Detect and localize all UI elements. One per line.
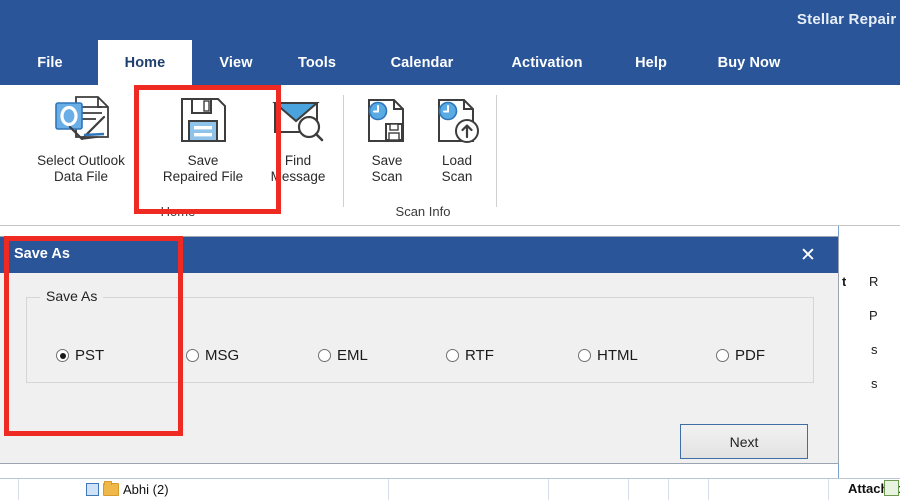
- tab-home[interactable]: Home: [98, 40, 192, 85]
- radio-label-rtf: RTF: [465, 347, 494, 364]
- save-repaired-file-button[interactable]: Save Repaired File: [148, 89, 258, 185]
- bottom-cell-5: [668, 479, 709, 500]
- attachment-icon: [884, 480, 899, 496]
- bottom-cell-2: [388, 479, 549, 500]
- checkbox-icon[interactable]: [86, 483, 99, 496]
- bottom-cell-4: [628, 479, 669, 500]
- folder-tree-item[interactable]: Abhi (2): [86, 481, 169, 497]
- btn-line2: Repaired File: [162, 169, 244, 184]
- radio-pst[interactable]: PST: [56, 347, 104, 364]
- format-radio-group: PST MSG EML RTF HTML PDF: [26, 347, 812, 377]
- radio-pdf[interactable]: PDF: [716, 347, 765, 364]
- tab-calendar[interactable]: Calendar: [372, 40, 472, 85]
- bottom-cell-0: [0, 479, 19, 500]
- folder-icon: [103, 481, 119, 496]
- find-message-button[interactable]: Find Message: [258, 89, 338, 185]
- radio-dot-eml: [318, 349, 331, 362]
- next-button[interactable]: Next: [680, 424, 808, 459]
- tab-activation[interactable]: Activation: [492, 40, 602, 85]
- ribbon-group-divider-2: [496, 95, 497, 207]
- tab-tools[interactable]: Tools: [283, 40, 351, 85]
- preview-clip-value-p: P: [869, 308, 878, 323]
- radio-label-html: HTML: [597, 347, 638, 364]
- btn-line2: Message: [270, 169, 326, 184]
- ribbon-tabbar: File Home View Tools Calendar Activation…: [0, 40, 900, 85]
- save-scan-button[interactable]: Save Scan: [350, 89, 424, 185]
- save-repaired-file-label: Save Repaired File: [163, 153, 243, 185]
- radio-dot-msg: [186, 349, 199, 362]
- radio-eml[interactable]: EML: [318, 347, 368, 364]
- radio-msg[interactable]: MSG: [186, 347, 239, 364]
- btn-line1: Select Outlook: [37, 153, 125, 168]
- ribbon-panel: Select Outlook Data File Save Repaired F…: [0, 85, 900, 226]
- load-scan-icon: [431, 89, 483, 151]
- bottom-cell-1: [18, 479, 389, 500]
- app-title: Stellar Repair f: [796, 11, 900, 28]
- preview-clip-label-subject: t: [842, 274, 847, 289]
- radio-label-msg: MSG: [205, 347, 240, 364]
- save-scan-label: Save Scan: [372, 153, 403, 185]
- window-titlebar: Stellar Repair f: [0, 0, 900, 40]
- btn-line1: Save: [371, 153, 403, 168]
- preview-clip-value-r: R: [869, 274, 879, 289]
- radio-dot-rtf: [446, 349, 459, 362]
- select-outlook-data-file-button[interactable]: Select Outlook Data File: [14, 89, 148, 185]
- radio-label-pst: PST: [75, 347, 105, 364]
- load-scan-label: Load Scan: [442, 153, 473, 185]
- radio-dot-html: [578, 349, 591, 362]
- tab-buy-now[interactable]: Buy Now: [700, 40, 798, 85]
- find-message-icon: [270, 89, 326, 151]
- radio-label-pdf: PDF: [735, 347, 765, 364]
- ribbon-group-label-home: Home: [160, 204, 196, 219]
- btn-line2: Scan: [371, 169, 403, 184]
- message-preview-panel: t R P s s: [838, 226, 900, 500]
- radio-rtf[interactable]: RTF: [446, 347, 494, 364]
- radio-label-eml: EML: [337, 347, 368, 364]
- select-outlook-data-file-icon: [50, 89, 112, 151]
- app-window: Stellar Repair f File Home View Tools Ca…: [0, 0, 900, 500]
- bottom-cell-3: [548, 479, 629, 500]
- preview-clip-value-s2: s: [871, 376, 878, 391]
- find-message-label: Find Message: [271, 153, 326, 185]
- tab-view[interactable]: View: [205, 40, 267, 85]
- ribbon-group-label-scan-info: Scan Info: [395, 204, 451, 219]
- btn-line1: Load: [441, 153, 473, 168]
- close-icon[interactable]: ✕: [796, 243, 820, 267]
- bottom-cell-6: [708, 479, 829, 500]
- folder-tree-item-label: Abhi (2): [123, 482, 169, 497]
- radio-dot-pst: [56, 349, 69, 362]
- tab-help[interactable]: Help: [622, 40, 680, 85]
- dialog-titlebar: Save As ✕: [0, 237, 838, 273]
- preview-clip-value-s1: s: [871, 342, 878, 357]
- btn-line2: Data File: [53, 169, 108, 184]
- btn-line2: Scan: [441, 169, 473, 184]
- ribbon-group-divider: [343, 95, 344, 207]
- tab-file[interactable]: File: [18, 40, 82, 85]
- radio-dot-pdf: [716, 349, 729, 362]
- save-as-groupbox-legend: Save As: [40, 288, 104, 304]
- save-repaired-file-icon: [175, 89, 231, 151]
- select-outlook-data-file-label: Select Outlook Data File: [37, 153, 125, 185]
- dialog-title: Save As: [14, 246, 70, 262]
- radio-html[interactable]: HTML: [578, 347, 638, 364]
- save-scan-icon: [361, 89, 413, 151]
- btn-line1: Save: [187, 153, 219, 168]
- btn-line1: Find: [284, 153, 312, 168]
- load-scan-button[interactable]: Load Scan: [420, 89, 494, 185]
